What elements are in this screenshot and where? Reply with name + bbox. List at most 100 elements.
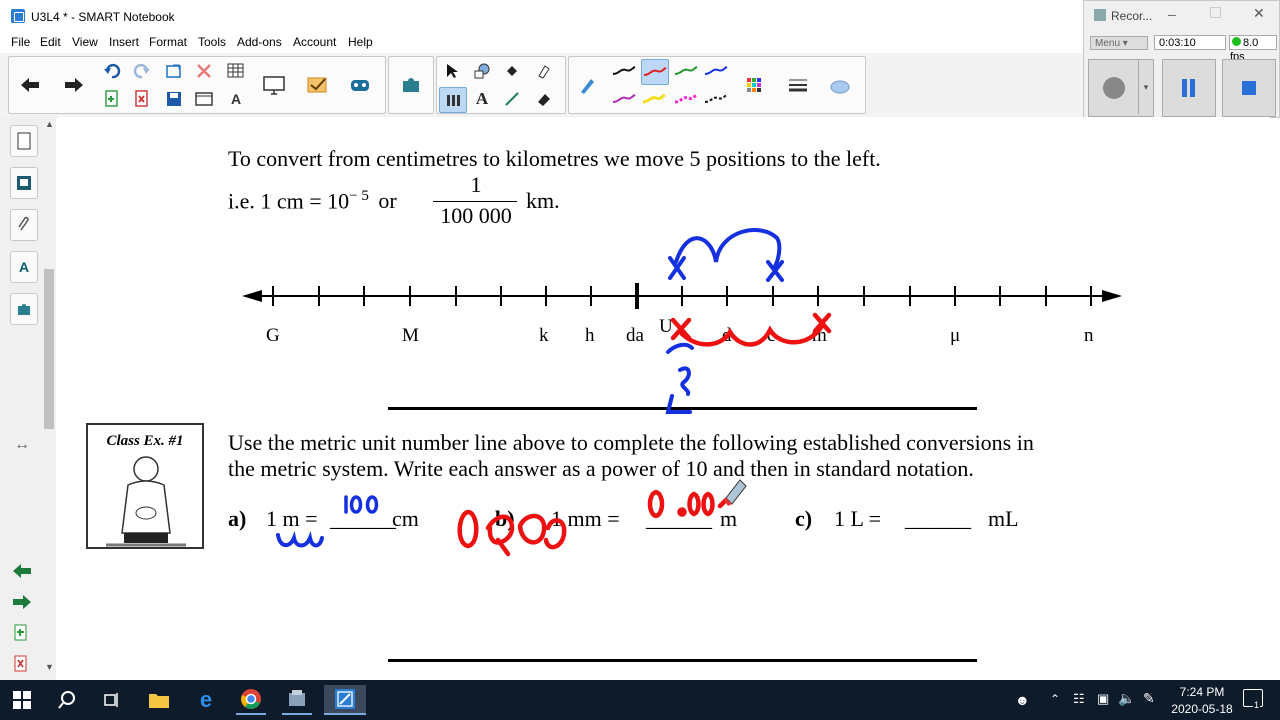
pen-blue-swatch-icon: [704, 66, 728, 75]
pen-purple-button[interactable]: [611, 87, 637, 111]
recorder-close-button[interactable]: ✕: [1253, 5, 1265, 22]
taskbar-file-explorer[interactable]: [144, 685, 174, 715]
display-icon[interactable]: ▣: [1097, 691, 1109, 707]
start-button[interactable]: [7, 685, 37, 715]
scroll-down-icon[interactable]: ▼: [45, 662, 54, 672]
people-icon[interactable]: ☻: [1015, 692, 1030, 708]
pause-button[interactable]: [1162, 59, 1216, 117]
sidebar-delete-page-button[interactable]: [14, 655, 28, 676]
menu-tools[interactable]: Tools: [198, 35, 226, 49]
pen-green-button[interactable]: [673, 59, 699, 83]
menu-addons[interactable]: Add-ons: [237, 35, 282, 49]
fill-effects-button[interactable]: [825, 60, 855, 110]
forward-arrow-button[interactable]: [59, 60, 89, 110]
intro-unit: km.: [526, 188, 560, 213]
taskbar-media-app[interactable]: [282, 685, 312, 715]
select-tool-button[interactable]: [439, 59, 465, 83]
redo-button[interactable]: [129, 59, 155, 83]
menu-view[interactable]: View: [72, 35, 98, 49]
record-button[interactable]: ▾: [1088, 59, 1154, 117]
text-tools-button[interactable]: A: [223, 87, 249, 111]
pens-tool-button[interactable]: [439, 87, 467, 113]
pen-magenta-button[interactable]: [673, 87, 699, 111]
delete-button[interactable]: [191, 59, 217, 83]
gallery-tab[interactable]: [10, 167, 38, 199]
pen-dashed-button[interactable]: [703, 87, 729, 111]
taskbar-chrome[interactable]: [236, 685, 266, 715]
color-palette-button[interactable]: [739, 60, 769, 110]
pens-icon: [447, 95, 460, 106]
delete-page-button[interactable]: [129, 87, 155, 111]
menu-help[interactable]: Help: [348, 35, 373, 49]
label-deca: da: [626, 325, 644, 346]
fill-tool-button[interactable]: [499, 59, 525, 83]
volume-icon[interactable]: 🔈: [1118, 690, 1135, 707]
previous-page-button[interactable]: [12, 563, 32, 582]
sidebar-add-page-button[interactable]: [14, 624, 28, 645]
add-page-button[interactable]: [99, 87, 125, 111]
stop-button[interactable]: [1222, 59, 1276, 117]
document-camera-button[interactable]: [259, 60, 289, 110]
menu-insert[interactable]: Insert: [109, 35, 139, 49]
pen-blue-button[interactable]: [703, 59, 729, 83]
pen-red-button[interactable]: [641, 59, 669, 85]
save-button[interactable]: [161, 87, 187, 111]
text-tool-button[interactable]: A: [469, 87, 495, 111]
question-c-blank: ______: [905, 506, 971, 531]
response-button[interactable]: [303, 60, 333, 110]
instructions-line-2: the metric system. Write each answer as …: [228, 456, 974, 481]
question-b-label: b): [495, 506, 515, 531]
add-ons-button[interactable]: [396, 60, 426, 110]
smart-notebook-icon: [335, 689, 355, 709]
screen-shade-button[interactable]: [191, 87, 217, 111]
scrollbar-thumb[interactable]: [44, 269, 54, 429]
label-hecto: h: [585, 325, 595, 346]
open-file-button[interactable]: [161, 59, 187, 83]
add-ons-tab[interactable]: [10, 293, 38, 325]
back-arrow-icon: [21, 78, 39, 92]
search-button[interactable]: [52, 685, 82, 715]
pen-yellow-button[interactable]: [641, 87, 667, 111]
eraser-tool-button[interactable]: [531, 87, 557, 111]
record-circle-icon: [1103, 77, 1125, 99]
undo-button[interactable]: [99, 59, 125, 83]
pen-workspace-icon[interactable]: ✎: [1143, 690, 1155, 707]
page-sorter-tab[interactable]: [10, 125, 38, 157]
activity-builder-button[interactable]: [345, 60, 375, 110]
taskbar-edge[interactable]: e: [191, 685, 221, 715]
record-options-chevron-icon[interactable]: ▾: [1138, 60, 1153, 114]
paperclip-icon: [18, 216, 29, 231]
line-style-button[interactable]: [783, 60, 813, 110]
menu-account[interactable]: Account: [293, 35, 336, 49]
table-button[interactable]: [223, 59, 249, 83]
magic-pen-button[interactable]: [531, 59, 557, 83]
menu-edit[interactable]: Edit: [40, 35, 61, 49]
scroll-up-icon[interactable]: ▲: [45, 119, 54, 129]
task-view-button[interactable]: [97, 685, 127, 715]
properties-tab[interactable]: A: [10, 251, 38, 283]
tray-expand-chevron-icon[interactable]: ⌃: [1050, 692, 1060, 706]
network-icon[interactable]: ☷: [1073, 691, 1085, 707]
answer-line-bottom: [388, 659, 977, 662]
pen-red-swatch-icon: [643, 67, 667, 76]
pen-black-swatch-icon: [612, 66, 636, 75]
title-bar: U3L4 * - SMART Notebook: [0, 0, 1083, 32]
metric-number-line: [242, 283, 1122, 309]
recorder-maximize-button[interactable]: [1210, 7, 1221, 18]
pen-type-button[interactable]: [573, 60, 603, 110]
taskbar-smart-notebook[interactable]: [324, 685, 366, 715]
clock-time[interactable]: 7:24 PM: [1178, 685, 1226, 699]
menu-file[interactable]: File: [11, 35, 30, 49]
pen-black-button[interactable]: [611, 59, 637, 83]
recorder-minimize-button[interactable]: –: [1168, 6, 1176, 22]
resize-horizontal-icon[interactable]: ↔: [14, 436, 30, 454]
back-arrow-button[interactable]: [15, 60, 45, 110]
answer-line-top: [388, 407, 977, 410]
menu-format[interactable]: Format: [149, 35, 187, 49]
recorder-menu-dropdown[interactable]: Menu ▾: [1090, 36, 1148, 50]
clock-date[interactable]: 2020-05-18: [1171, 702, 1233, 716]
next-page-button[interactable]: [12, 594, 32, 613]
shapes-tool-button[interactable]: [469, 59, 495, 83]
attachments-tab[interactable]: [10, 209, 38, 241]
line-tool-button[interactable]: [499, 87, 525, 111]
